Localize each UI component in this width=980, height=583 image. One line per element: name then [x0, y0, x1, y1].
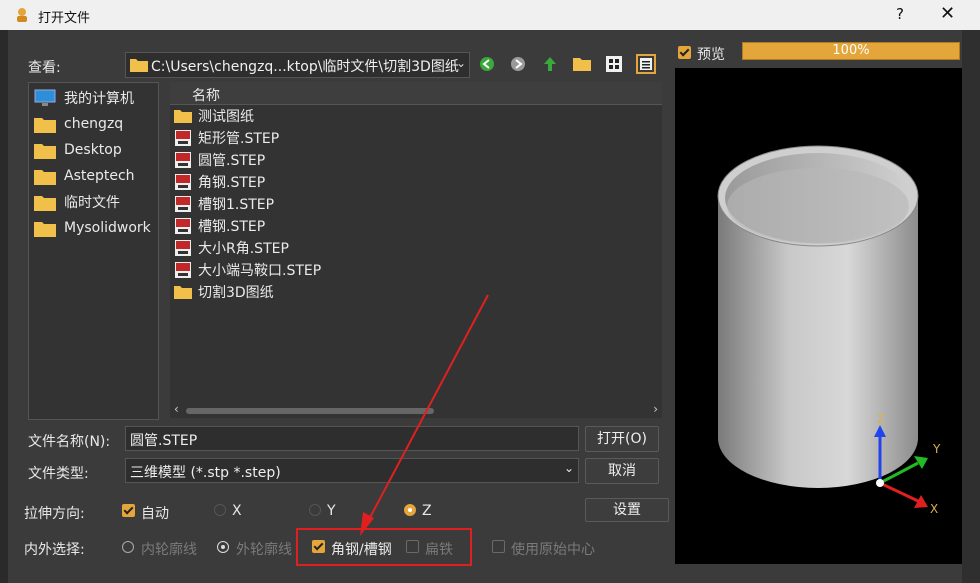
column-label: 名称	[192, 88, 220, 104]
y-label: Y	[327, 503, 336, 519]
computer-icon	[34, 89, 56, 106]
place-label: chengzq	[64, 116, 124, 132]
folder-icon	[34, 117, 56, 133]
file-name: 槽钢.STEP	[198, 219, 266, 235]
scroll-left-icon[interactable]: ‹	[174, 402, 179, 416]
window-title: 打开文件	[38, 11, 91, 26]
filetype-label: 文件类型:	[28, 466, 89, 482]
step-file-icon	[175, 196, 191, 212]
place-label: Asteptech	[64, 168, 135, 184]
folder-icon	[34, 143, 56, 159]
progress-text: 100%	[832, 43, 870, 58]
background-window-edge	[962, 30, 980, 583]
file-name: 测试图纸	[198, 109, 254, 125]
file-row[interactable]: 槽钢1.STEP	[174, 193, 274, 215]
folder-icon	[34, 169, 56, 185]
filename-label: 文件名称(N):	[28, 434, 111, 450]
outer-contour-radio[interactable]	[217, 541, 229, 553]
folder-icon	[130, 59, 148, 72]
column-header-name[interactable]: 名称	[170, 82, 662, 105]
preview-checkbox[interactable]	[678, 46, 691, 59]
icon-view-icon[interactable]	[604, 54, 624, 74]
step-file-icon	[175, 240, 191, 256]
x-radio[interactable]	[214, 504, 226, 516]
place-asteptech[interactable]: Asteptech	[34, 165, 135, 187]
auto-label: 自动	[141, 506, 169, 522]
path-combobox[interactable]: C:\Users\chengzq...ktop\临时文件\切割3D图纸 ⌄	[125, 52, 470, 78]
extrude-label: 拉伸方向:	[24, 506, 85, 522]
chevron-down-icon: ⌄	[563, 461, 574, 475]
place-chengzq[interactable]: chengzq	[34, 113, 123, 135]
file-row[interactable]: 测试图纸	[174, 105, 254, 127]
folder-icon	[34, 195, 56, 211]
file-name: 大小端马鞍口.STEP	[198, 263, 322, 279]
app-icon	[17, 8, 27, 22]
file-row[interactable]: 大小R角.STEP	[174, 237, 289, 259]
file-row[interactable]: 大小端马鞍口.STEP	[174, 259, 321, 281]
axis-z-label: Z	[877, 413, 885, 426]
place-label: 临时文件	[64, 195, 120, 211]
step-file-icon	[175, 152, 191, 168]
file-name: 大小R角.STEP	[198, 241, 289, 257]
axis-triad-icon: Z Y X	[874, 413, 941, 516]
step-file-icon	[175, 130, 191, 146]
file-row[interactable]: 圆管.STEP	[174, 149, 265, 171]
close-button[interactable]: ✕	[940, 3, 955, 24]
file-name: 切割3D图纸	[198, 285, 274, 301]
file-row[interactable]: 切割3D图纸	[174, 281, 274, 303]
axis-y-label: Y	[932, 442, 941, 456]
help-button[interactable]: ?	[896, 5, 904, 23]
back-icon[interactable]	[477, 54, 497, 74]
preview-progress-bar: 100%	[742, 42, 960, 60]
place-temp[interactable]: 临时文件	[34, 191, 120, 213]
y-radio[interactable]	[309, 504, 321, 516]
detail-view-icon[interactable]	[636, 54, 656, 74]
places-panel: 我的计算机 chengzq Desktop Asteptech 临时文件 Mys…	[28, 82, 159, 420]
file-row[interactable]: 角钢.STEP	[174, 171, 265, 193]
left-edge	[0, 30, 8, 583]
chevron-down-icon: ⌄	[455, 56, 466, 70]
open-button[interactable]: 打开(O)	[585, 426, 659, 452]
place-mysolidwork[interactable]: Mysolidwork	[34, 217, 151, 239]
preview-viewport[interactable]: Z Y X	[675, 68, 962, 564]
inout-label: 内外选择:	[24, 542, 85, 558]
place-label: Desktop	[64, 142, 122, 158]
x-label: X	[232, 503, 242, 519]
annotation-arrow-icon	[360, 294, 489, 536]
path-value: C:\Users\chengzq...ktop\临时文件\切割3D图纸	[151, 59, 459, 75]
new-folder-icon[interactable]	[572, 54, 592, 74]
step-file-icon	[175, 262, 191, 278]
lookin-label: 查看:	[28, 60, 61, 76]
preview-label: 预览	[697, 47, 725, 63]
step-file-icon	[175, 174, 191, 190]
file-name: 槽钢1.STEP	[198, 197, 275, 213]
auto-checkbox[interactable]	[122, 504, 135, 517]
place-label: 我的计算机	[64, 91, 134, 107]
filetype-value: 三维模型 (*.stp *.step)	[130, 465, 281, 481]
settings-button[interactable]: 设置	[585, 498, 669, 522]
place-my-computer[interactable]: 我的计算机	[34, 87, 134, 109]
cancel-button[interactable]: 取消	[585, 458, 659, 484]
use-origin-center-checkbox[interactable]	[492, 540, 505, 553]
file-name: 圆管.STEP	[198, 153, 266, 169]
inner-contour-radio[interactable]	[122, 541, 134, 553]
folder-icon	[174, 110, 192, 123]
file-row[interactable]: 槽钢.STEP	[174, 215, 265, 237]
file-name: 角钢.STEP	[198, 175, 266, 191]
up-folder-icon[interactable]	[540, 54, 560, 74]
title-bar: 打开文件 ? ✕	[0, 0, 980, 30]
file-name: 矩形管.STEP	[198, 131, 280, 147]
scroll-right-icon[interactable]: ›	[653, 402, 658, 416]
use-origin-center-label: 使用原始中心	[511, 542, 595, 558]
folder-icon	[174, 286, 192, 299]
step-file-icon	[175, 218, 191, 234]
outer-contour-label: 外轮廓线	[236, 542, 292, 558]
folder-icon	[34, 221, 56, 237]
forward-icon[interactable]	[508, 54, 528, 74]
axis-x-label: X	[930, 502, 938, 516]
place-label: Mysolidwork	[64, 220, 151, 236]
file-row[interactable]: 矩形管.STEP	[174, 127, 279, 149]
place-desktop[interactable]: Desktop	[34, 139, 122, 161]
inner-contour-label: 内轮廓线	[141, 542, 197, 558]
